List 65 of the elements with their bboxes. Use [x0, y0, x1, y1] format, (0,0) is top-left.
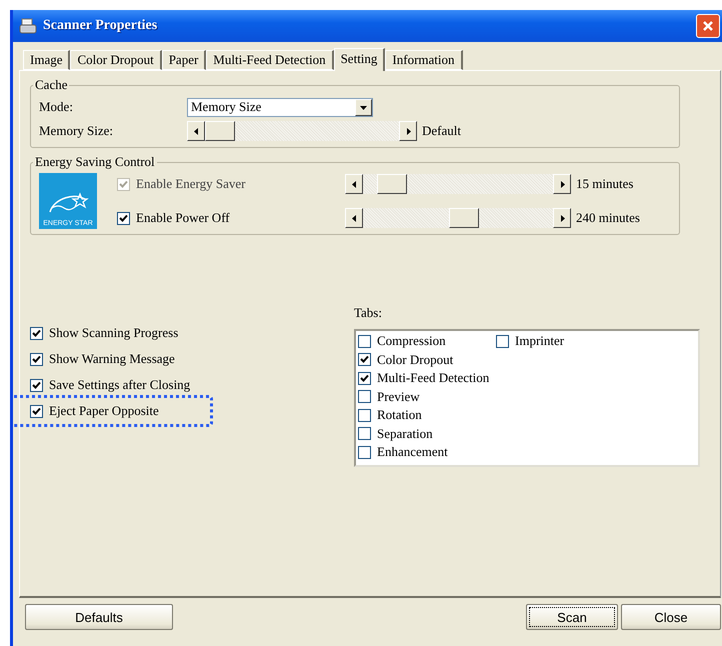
left-arrow-icon	[192, 128, 200, 134]
field-label: Mode:	[39, 99, 74, 115]
checkbox-label: Imprinter	[515, 333, 564, 350]
slider-reading: 15 minutes	[576, 176, 634, 192]
dialog-button[interactable]: Defaults	[25, 604, 173, 630]
down-arrow-icon	[360, 104, 367, 110]
dialog-button[interactable]: Close	[621, 604, 721, 630]
slider[interactable]	[345, 208, 571, 228]
tab[interactable]: Multi-Feed Detection	[206, 50, 334, 70]
scroll-right-button[interactable]	[553, 208, 571, 228]
dialog-button[interactable]: Scan	[526, 604, 618, 630]
scroll-left-button[interactable]	[345, 174, 363, 194]
checkbox-label: Preview	[377, 388, 420, 405]
left-arrow-icon	[350, 180, 358, 188]
checkmark-icon	[32, 328, 41, 338]
window-title: Scanner Properties	[43, 18, 158, 34]
field-label: Memory Size:	[39, 123, 114, 139]
checkbox-label: Compression	[377, 333, 446, 350]
slider[interactable]	[345, 174, 571, 194]
checkbox-label: Enhancement	[377, 444, 448, 460]
list-label: Tabs:	[354, 305, 383, 321]
checkbox-label: Rotation	[377, 407, 422, 424]
scroll-right-button[interactable]	[399, 121, 417, 141]
right-arrow-icon	[558, 214, 566, 222]
checkbox-label: Enable Power Off	[136, 210, 230, 226]
slider-reading: 240 minutes	[576, 210, 640, 226]
checkbox[interactable]: Enhancement	[358, 443, 496, 462]
checkmark-icon	[119, 180, 128, 188]
checkbox-label: Enable Energy Saver	[136, 176, 246, 192]
checkmark-icon	[32, 406, 41, 416]
tab[interactable]: Paper	[162, 50, 206, 70]
checkbox-label: Color Dropout	[377, 352, 454, 368]
close-button[interactable]	[696, 14, 720, 38]
checkbox[interactable]: Imprinter	[496, 332, 696, 350]
scroll-left-button[interactable]	[187, 121, 205, 141]
mode-dropdown[interactable]: Memory Size	[187, 98, 373, 116]
checkbox[interactable]: Separation	[358, 424, 496, 443]
right-arrow-icon	[558, 180, 566, 188]
slider-thumb[interactable]	[205, 121, 235, 141]
tab[interactable]: Image	[23, 50, 70, 70]
checkbox-label: Multi-Feed Detection	[377, 370, 490, 386]
checkbox-label: Separation	[377, 426, 433, 442]
scanner-icon	[19, 18, 37, 34]
scroll-left-button[interactable]	[345, 208, 363, 228]
scroll-right-button[interactable]	[553, 174, 571, 194]
left-arrow-icon	[350, 214, 358, 222]
slider-reading: Default	[422, 123, 461, 139]
tab[interactable]: Information	[385, 50, 463, 70]
checkmark-icon	[32, 380, 41, 390]
checkbox[interactable]: Rotation	[358, 406, 496, 424]
checkbox[interactable]: Color Dropout	[358, 350, 496, 369]
slider-thumb[interactable]	[448, 208, 479, 228]
slider[interactable]	[187, 121, 417, 141]
checkbox[interactable]: Enable Power Off	[117, 210, 345, 226]
right-arrow-icon	[404, 128, 412, 134]
checkbox[interactable]: Multi-Feed Detection	[358, 369, 496, 388]
tab[interactable]: Setting	[334, 48, 386, 71]
checkbox[interactable]: Preview	[358, 388, 496, 406]
checkmark-icon	[119, 214, 128, 222]
tab[interactable]: Color Dropout	[70, 50, 162, 70]
checkbox[interactable]: Compression	[358, 332, 496, 350]
close-icon	[702, 20, 714, 32]
group-title: Energy Saving Control	[34, 154, 156, 170]
checkmark-icon	[32, 354, 41, 364]
group-title: Cache	[34, 77, 68, 93]
